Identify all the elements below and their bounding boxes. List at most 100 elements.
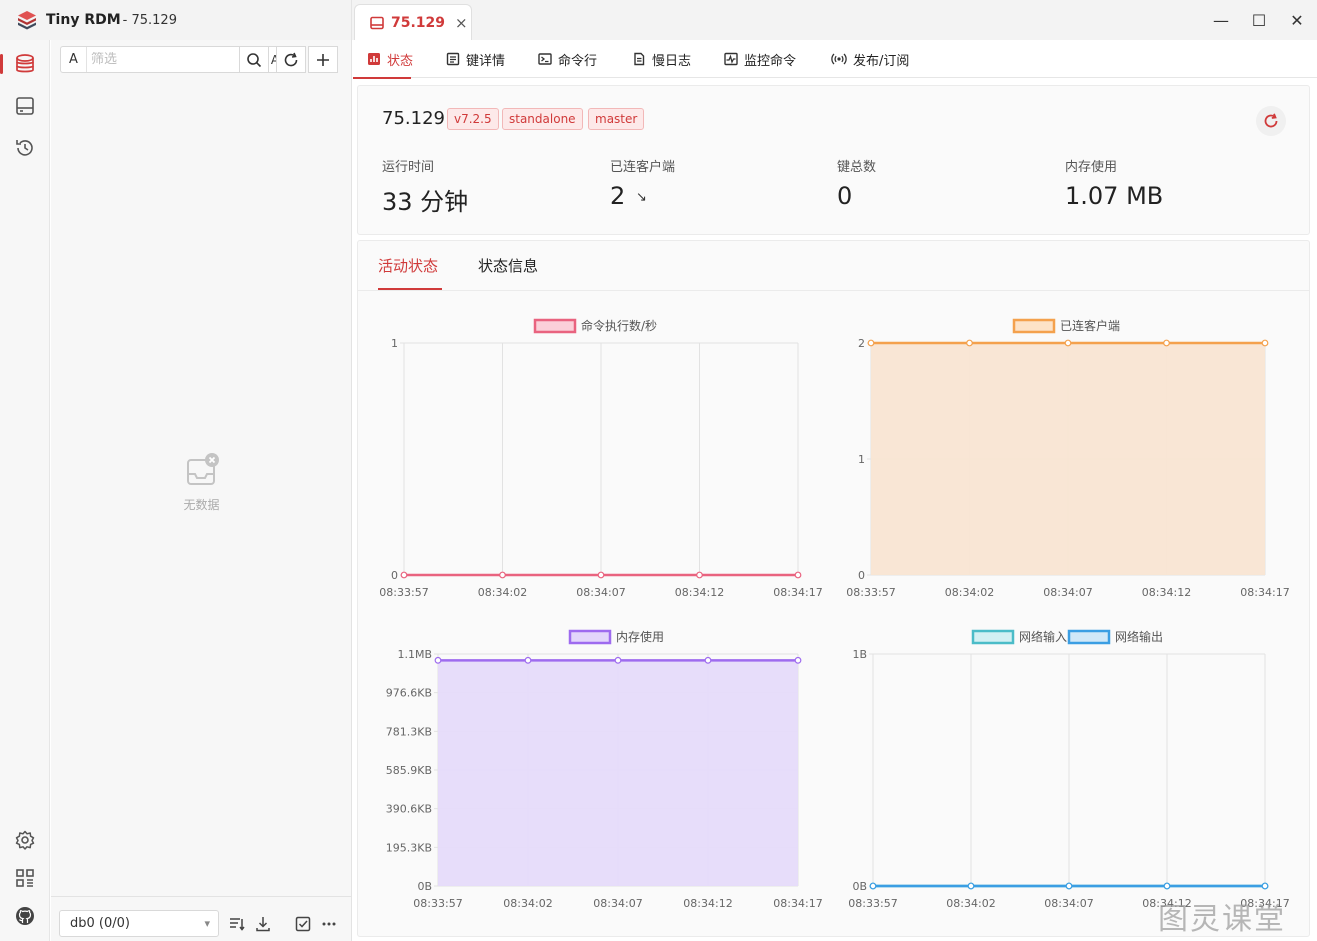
database-icon xyxy=(16,54,34,73)
subtab-slow-log-label: 慢日志 xyxy=(652,53,692,69)
maximize-button[interactable]: ☐ xyxy=(1240,0,1278,40)
chart-2-data-point xyxy=(524,656,532,664)
auto-refresh-button[interactable] xyxy=(1256,106,1286,136)
chart-3-data-point xyxy=(967,882,975,890)
chart-2-y-tick-label: 976.6KB xyxy=(386,687,432,700)
chart-3-data-point xyxy=(1163,882,1171,890)
tab-label: 75.129 xyxy=(391,15,446,31)
chevron-down-icon: ▾ xyxy=(204,917,210,930)
chart-3-data-point xyxy=(1261,882,1269,890)
key-detail-icon xyxy=(446,52,460,66)
server-info-card: 75.129 v7.2.5 standalone master 运行时间 33 … xyxy=(357,85,1310,235)
batch-select-button[interactable] xyxy=(291,910,315,937)
chart-2-x-tick-label: 08:34:12 xyxy=(683,897,732,910)
pubsub-icon xyxy=(831,53,847,65)
rail-github[interactable] xyxy=(0,896,50,936)
uptime-value: 33 分钟 xyxy=(382,188,469,216)
charts-area: 0 1 08:33:57 08:34:02 08:34:07 08:34:12 08:34:… xyxy=(379,318,1289,910)
status-icon xyxy=(368,53,380,65)
memory-label: 内存使用 xyxy=(1065,160,1118,175)
subtab-terminal[interactable]: 命令行 xyxy=(538,40,597,78)
subtab-monitor[interactable]: 监控命令 xyxy=(724,40,796,78)
subtab-status[interactable]: 状态 xyxy=(353,40,414,79)
tab-connection[interactable]: 75.129 × xyxy=(354,4,472,41)
slow-log-icon xyxy=(634,52,645,66)
refresh-icon xyxy=(284,52,298,66)
chart-3-y-tick-label: 0B xyxy=(852,880,867,893)
more-button[interactable] xyxy=(317,910,341,937)
subtab-active-underline xyxy=(353,77,411,79)
chart-2-legend-label: 内存使用 xyxy=(616,629,664,644)
chart-2-x-tick-label: 08:34:07 xyxy=(593,897,642,910)
empty-inbox-icon xyxy=(186,453,219,485)
minimize-button[interactable]: — xyxy=(1202,0,1240,40)
rail-apps[interactable] xyxy=(0,858,50,898)
refresh-icon xyxy=(1264,113,1278,128)
sort-button[interactable] xyxy=(225,910,249,937)
github-icon xyxy=(16,907,34,925)
rail-database[interactable] xyxy=(0,44,50,84)
subtab-status-label: 状态 xyxy=(387,53,414,69)
subtab-pubsub-label: 发布/订阅 xyxy=(853,53,910,69)
app-name: Tiny RDM xyxy=(46,12,121,28)
chart-2-series-area xyxy=(438,660,798,886)
database-select-value: db0 (0/0) xyxy=(70,916,130,931)
subtab-pubsub[interactable]: 发布/订阅 xyxy=(831,40,909,78)
chart-0-data-point xyxy=(499,571,506,579)
chart-2-y-tick-label: 1.1MB xyxy=(397,648,432,661)
database-select[interactable]: db0 (0/0) ▾ xyxy=(59,910,219,937)
refresh-connections-button[interactable] xyxy=(276,46,306,73)
app-logo-icon xyxy=(18,11,36,30)
close-button[interactable]: ✕ xyxy=(1278,0,1316,40)
server-name: 75.129 xyxy=(382,108,445,129)
tab-status-info[interactable]: 状态信息 xyxy=(478,255,538,276)
chart-2-data-point xyxy=(794,656,802,664)
subtab-slow-log[interactable]: 慢日志 xyxy=(632,40,691,78)
rail-settings[interactable] xyxy=(0,820,50,860)
chart-3-data-point xyxy=(869,882,877,890)
filter-input[interactable] xyxy=(87,52,263,67)
chart-0-x-tick-label: 08:34:02 xyxy=(478,586,527,599)
tab-close-icon[interactable]: × xyxy=(455,14,468,32)
import-button[interactable] xyxy=(251,910,275,937)
chart-1-x-tick-label: 08:34:17 xyxy=(1240,586,1289,599)
more-icon xyxy=(322,922,336,925)
search-button[interactable] xyxy=(239,46,269,73)
download-icon xyxy=(256,916,270,931)
connection-panel: A A 无数据 db0 (0/0) ▾ xyxy=(51,40,352,941)
empty-state: 无数据 xyxy=(51,450,352,513)
chart-2-x-tick-label: 08:34:17 xyxy=(773,897,822,910)
rail-history[interactable] xyxy=(0,128,50,168)
chart-1-x-tick-label: 08:33:57 xyxy=(846,586,895,599)
rail-server[interactable] xyxy=(0,86,50,126)
chart-0-x-tick-label: 08:33:57 xyxy=(379,586,428,599)
chart-1-x-tick-label: 08:34:12 xyxy=(1142,586,1191,599)
panel-bottom-bar: db0 (0/0) ▾ xyxy=(51,896,352,941)
chart-0-y-tick-label: 0 xyxy=(391,569,398,582)
subtab-key-detail[interactable]: 键详情 xyxy=(446,40,505,78)
uptime-label: 运行时间 xyxy=(382,160,435,175)
chart-1-data-point xyxy=(1163,339,1170,347)
watermark: 图灵课堂 xyxy=(1158,902,1286,937)
chart-1-legend-label: 已连客户端 xyxy=(1060,318,1120,333)
chart-1-data-point xyxy=(867,339,875,347)
tab-activity[interactable]: 活动状态 xyxy=(378,255,438,276)
chart-0-y-tick-label: 1 xyxy=(391,337,398,350)
keys-value: 0 xyxy=(837,182,853,210)
filter-type-toggle[interactable]: A xyxy=(61,47,87,72)
chart-0-data-point xyxy=(794,571,802,579)
chart-2-x-tick-label: 08:34:02 xyxy=(503,897,552,910)
icon-rail xyxy=(0,40,50,941)
memory-value: 1.07 MB xyxy=(1065,182,1164,210)
chart-1-data-point xyxy=(966,339,973,347)
chart-2-data-point xyxy=(614,656,622,664)
add-connection-button[interactable] xyxy=(308,46,338,73)
chart-1-series-area xyxy=(871,343,1265,575)
chart-1-y-tick-label: 1 xyxy=(858,453,865,466)
chart-3-legend-label: 网络输入 xyxy=(1019,629,1067,644)
role-badge: master xyxy=(588,108,645,130)
chart-2-data-point xyxy=(434,656,442,664)
sort-list-icon xyxy=(230,917,245,931)
chart-3-legend-swatch xyxy=(971,629,1015,645)
mode-badge: standalone xyxy=(502,108,583,130)
